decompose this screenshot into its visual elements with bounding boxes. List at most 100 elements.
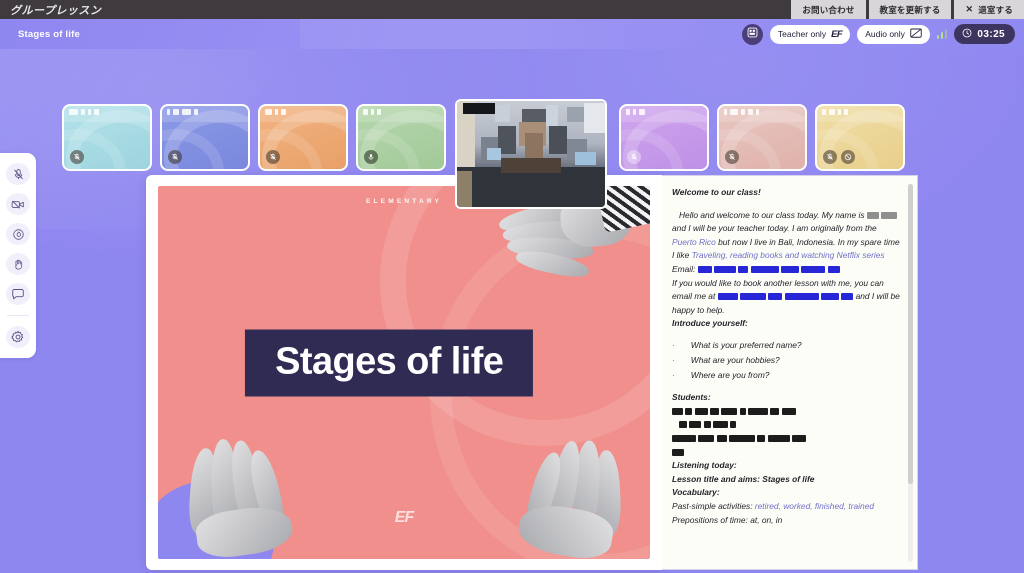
participant-tile-3[interactable] — [258, 104, 348, 171]
list-item: · What is your preferred name? — [672, 338, 903, 353]
clock-icon — [962, 28, 972, 41]
page-title: Stages of life — [18, 28, 80, 40]
notes-students-redacted — [672, 418, 903, 432]
redacted-text — [685, 407, 693, 415]
participant-name-redacted — [724, 109, 759, 115]
notes-students-redacted — [672, 405, 903, 419]
tool-rail — [0, 153, 36, 358]
redacted-email — [739, 293, 766, 301]
audio-only-toggle[interactable]: Audio only — [857, 24, 930, 44]
tile-status-badges — [823, 150, 855, 164]
redacted-text — [770, 407, 780, 415]
redacted-text — [712, 421, 728, 429]
tile-status-badges — [364, 150, 378, 164]
participant-name-redacted — [363, 109, 381, 115]
participant-name-redacted — [626, 109, 645, 115]
redacted-text — [781, 407, 796, 415]
participant-tile-5[interactable] — [619, 104, 709, 171]
microphone-muted-icon — [266, 150, 280, 164]
participant-tile-4[interactable] — [356, 104, 446, 171]
notes-lesson-aims: Lesson title and aims: Stages of life — [672, 473, 815, 484]
microphone-muted-icon — [627, 150, 641, 164]
layout-grid-button[interactable] — [741, 23, 763, 45]
participant-tile-6[interactable] — [717, 104, 807, 171]
redacted-text — [791, 435, 806, 443]
question-text: Where are you from? — [690, 369, 770, 380]
app-root: グループレッスン お問い合わせ 教室を更新する ✕ 退室する Stages of… — [0, 0, 1024, 573]
camera-toggle-button[interactable] — [6, 193, 30, 216]
notes-students-redacted — [672, 446, 903, 460]
raise-hand-button[interactable] — [6, 253, 30, 276]
participant-tile-7[interactable] — [815, 104, 905, 171]
redacted-email — [750, 266, 779, 274]
notes-hobbies: Traveling, reading books and watching Ne… — [691, 250, 885, 261]
scrollbar-thumb[interactable] — [908, 184, 913, 484]
redacted-text — [721, 407, 738, 415]
settings-button[interactable] — [6, 326, 30, 349]
redacted-text — [730, 421, 737, 429]
leave-room-button[interactable]: ✕ 退室する — [954, 0, 1024, 19]
redacted-text — [703, 421, 711, 429]
redacted-text — [678, 421, 687, 429]
close-icon: ✕ — [965, 4, 974, 14]
refresh-classroom-button-label: 教室を更新する — [879, 4, 941, 15]
participant-name-redacted — [265, 109, 286, 115]
redacted-text — [698, 435, 715, 443]
microphone-muted-icon — [725, 150, 739, 164]
bullet-icon: · — [672, 340, 675, 351]
microphone-toggle-button[interactable] — [6, 163, 30, 186]
timer-value: 03:25 — [977, 28, 1005, 40]
refresh-classroom-button[interactable]: 教室を更新する — [868, 0, 952, 19]
participant-tile-1[interactable] — [62, 104, 152, 171]
redacted-email — [768, 293, 783, 301]
ef-brand-logo: EF — [831, 28, 843, 40]
notes-students-redacted — [672, 432, 903, 446]
participant-name-redacted — [167, 109, 198, 115]
participant-name-redacted — [822, 109, 848, 115]
audio-only-label: Audio only — [865, 29, 905, 39]
notes-place: Puerto Rico — [672, 236, 716, 247]
teacher-only-label: Teacher only — [777, 29, 827, 39]
notes-vocab-line: Past-simple activities: retired, worked,… — [672, 500, 903, 514]
lesson-notes-panel[interactable]: Welcome to our class! Hello and welcome … — [662, 175, 918, 570]
notes-question-list: · What is your preferred name? · What are … — [672, 338, 903, 382]
content-row: ELEMENTARY Stages of life EF Welcome to … — [0, 175, 1024, 573]
redacted-text — [694, 407, 708, 415]
slide-viewer[interactable]: ELEMENTARY Stages of life EF — [146, 175, 662, 570]
leave-room-button-label: 退室する — [978, 4, 1013, 15]
layout-grid-icon — [747, 25, 758, 43]
redacted-text — [767, 435, 790, 443]
redacted-text — [672, 448, 684, 456]
redacted-text — [728, 435, 755, 443]
contact-button[interactable]: お問い合わせ — [791, 0, 866, 19]
rail-divider — [7, 315, 29, 316]
notes-intro-2: and I will be your teacher today. I am o… — [672, 223, 877, 234]
participant-tile-2[interactable] — [160, 104, 250, 171]
redacted-text — [716, 435, 727, 443]
notes-email-label: Email: — [672, 264, 696, 275]
redacted-email — [820, 293, 839, 301]
participant-strip — [0, 49, 1024, 209]
notes-vocabulary-heading: Vocabulary: — [672, 487, 720, 498]
notes-prepositions-line: Prepositions of time: at, on, in — [672, 514, 903, 528]
redacted-email — [827, 266, 840, 274]
redacted-email — [713, 266, 736, 274]
reaction-button[interactable] — [6, 223, 30, 246]
tile-status-badges — [627, 150, 641, 164]
teacher-only-toggle[interactable]: Teacher only EF — [769, 24, 851, 44]
slide-canvas: ELEMENTARY Stages of life EF — [158, 186, 650, 559]
hand-illustration — [474, 424, 634, 559]
microphone-active-icon — [364, 150, 378, 164]
window-title: グループレッスン — [10, 4, 102, 17]
teacher-video-tile[interactable] — [455, 99, 607, 209]
lesson-notes-content: Welcome to our class! Hello and welcome … — [662, 176, 917, 537]
chat-button[interactable] — [6, 283, 30, 306]
tile-status-badges — [70, 150, 84, 164]
prepositions-label: Prepositions of time: — [672, 514, 748, 525]
redacted-text — [881, 211, 898, 219]
question-text: What is your preferred name? — [690, 340, 802, 351]
window-actions: お問い合わせ 教室を更新する ✕ 退室する — [788, 0, 1024, 19]
participant-name-redacted — [69, 109, 99, 115]
